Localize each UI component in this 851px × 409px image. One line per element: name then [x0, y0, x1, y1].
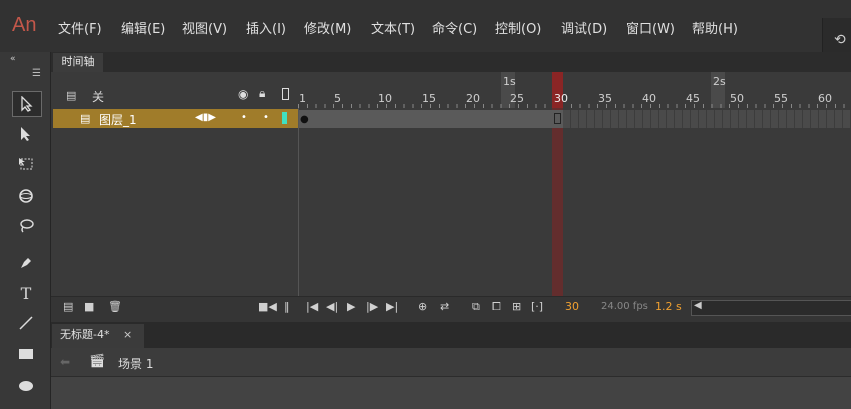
tab-document[interactable]: 无标题-4* ×: [52, 324, 144, 348]
menu-item[interactable]: 调试(D): [561, 18, 607, 37]
document-tab-bar: [51, 322, 851, 348]
menu-item[interactable]: 插入(I): [246, 18, 286, 37]
panel-swap-icon[interactable]: ⟲: [834, 32, 846, 48]
empty-frames[interactable]: [563, 110, 851, 128]
time-field[interactable]: 1.2 s: [655, 300, 682, 313]
ruler-tick-label: 1: [299, 92, 306, 105]
menu-item[interactable]: 文本(T): [371, 18, 415, 37]
menu-item[interactable]: 命令(C): [432, 18, 477, 37]
layer-header-label: 关: [92, 90, 105, 104]
keyframe-dot[interactable]: ●: [300, 114, 309, 125]
text-tool-icon[interactable]: T: [12, 281, 40, 305]
pen-tool-icon[interactable]: [12, 250, 40, 274]
back-arrow-icon[interactable]: ⬅: [60, 355, 70, 369]
outline-icon[interactable]: [282, 88, 289, 100]
menu-item[interactable]: 修改(M): [304, 18, 351, 37]
menu-item[interactable]: 视图(V): [182, 18, 227, 37]
play-icon[interactable]: ▶: [347, 300, 355, 313]
new-folder-icon[interactable]: ■: [84, 300, 94, 313]
edit-multiple-icon[interactable]: ⊞: [512, 300, 521, 313]
playhead-frame-label: 30: [554, 92, 568, 105]
timeline-tab-bar: [51, 52, 851, 72]
scene-icon: 🎬︎: [89, 354, 106, 369]
new-layer-icon[interactable]: ▤: [63, 300, 73, 313]
stage-area[interactable]: [51, 377, 851, 409]
camera-icon[interactable]: ■◀: [258, 300, 277, 313]
free-transform-tool-icon[interactable]: [12, 152, 40, 176]
onion-markers-icon[interactable]: [·]: [531, 300, 543, 313]
fps-field[interactable]: 24.00 fps: [601, 301, 648, 312]
onion-outline-icon[interactable]: ⧠: [492, 300, 501, 314]
delete-icon[interactable]: 🗑︎: [108, 300, 122, 313]
step-back-icon[interactable]: ◀|: [326, 300, 338, 313]
subselection-tool-icon[interactable]: [12, 122, 40, 146]
current-frame-field[interactable]: 30: [565, 300, 579, 313]
scene-label: 场景 1: [118, 357, 154, 371]
oval-tool-icon[interactable]: [12, 374, 40, 398]
layer-name[interactable]: 图层_1: [99, 111, 137, 128]
ruler-tick-label: 50: [730, 92, 744, 105]
menu-item[interactable]: 文件(F): [58, 18, 102, 37]
menu-item[interactable]: 编辑(E): [121, 18, 165, 37]
document-tab-label: 无标题-4*: [60, 328, 110, 341]
second-label: 2s: [713, 75, 726, 88]
ruler-tick-label: 15: [422, 92, 436, 105]
close-icon[interactable]: ×: [123, 328, 132, 341]
show-hide-icon[interactable]: ◉: [238, 87, 248, 101]
menu-item[interactable]: 窗口(W): [626, 18, 675, 37]
step-forward-icon[interactable]: |▶: [366, 300, 378, 313]
layer-move-controls-icon[interactable]: ◀▮▶: [195, 112, 216, 123]
onion-skin-icon[interactable]: ⧉: [472, 300, 480, 314]
go-first-icon[interactable]: |◀: [306, 300, 318, 313]
separator-icon: ‖: [284, 300, 290, 313]
lasso-tool-icon[interactable]: [12, 214, 40, 238]
layer-lock-dot[interactable]: •: [263, 112, 269, 123]
collapse-icon[interactable]: «: [10, 54, 16, 64]
layer-folder-icon[interactable]: ▤: [66, 89, 76, 102]
ruler-tick-label: 20: [466, 92, 480, 105]
end-frame-marker[interactable]: [554, 113, 561, 124]
line-tool-icon[interactable]: [12, 311, 40, 335]
loop-icon[interactable]: ⇄: [440, 300, 449, 313]
go-last-icon[interactable]: ▶|: [386, 300, 398, 313]
lock-icon[interactable]: 🔒︎: [259, 86, 265, 101]
tab-timeline[interactable]: 时间轴: [53, 53, 103, 72]
layer-icon: ▤: [80, 112, 91, 125]
horizontal-scrollbar[interactable]: [691, 300, 851, 316]
menu-item[interactable]: 控制(O): [495, 18, 541, 37]
ruler-tick-label: 10: [378, 92, 392, 105]
second-label: 1s: [503, 75, 516, 88]
ruler-tick-label: 35: [598, 92, 612, 105]
scene-bar: [51, 348, 851, 377]
layer-visible-dot[interactable]: •: [241, 112, 247, 123]
layer-frame-divider: [298, 108, 299, 296]
menu-item[interactable]: 帮助(H): [692, 18, 738, 37]
ruler-tick-label: 60: [818, 92, 832, 105]
scroll-left-icon[interactable]: ◀: [694, 300, 702, 311]
ruler-tick-label: 25: [510, 92, 524, 105]
ruler-tick-label: 45: [686, 92, 700, 105]
3d-rotation-tool-icon[interactable]: [12, 184, 40, 208]
rectangle-tool-icon[interactable]: [12, 342, 40, 366]
app-logo: An: [12, 14, 37, 36]
center-frame-icon[interactable]: ⊕: [418, 300, 427, 313]
selection-tool-icon[interactable]: [12, 91, 42, 117]
ruler-tick-label: 55: [774, 92, 788, 105]
ruler-tick-label: 5: [334, 92, 341, 105]
layer-outline-color[interactable]: [282, 112, 287, 124]
panel-menu-icon[interactable]: ☰: [32, 68, 41, 79]
ruler-tick-label: 40: [642, 92, 656, 105]
